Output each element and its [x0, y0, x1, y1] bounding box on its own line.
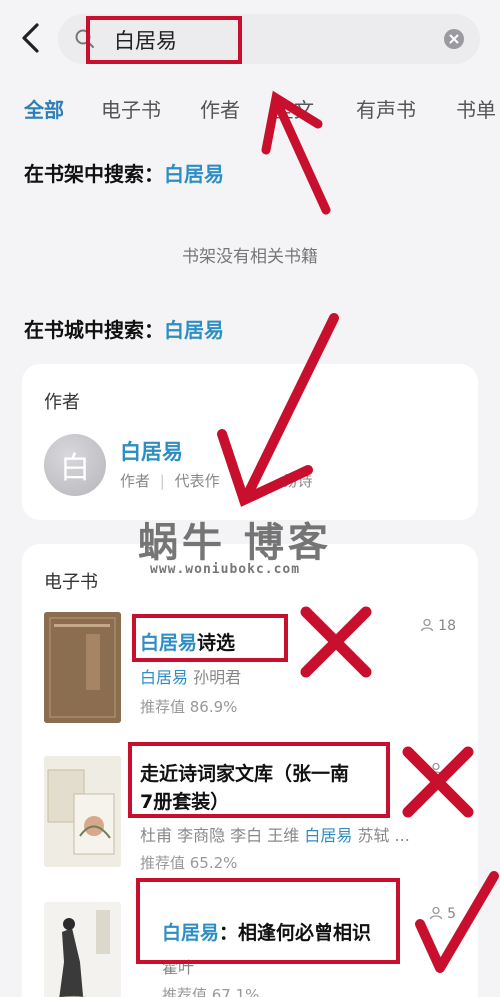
close-icon — [449, 34, 459, 44]
tab-audiobooks[interactable]: 有声书 — [356, 94, 416, 123]
store-search-heading: 在书城中搜索：白居易 — [24, 314, 224, 343]
reader-count: 18 — [420, 618, 456, 634]
author-name[interactable]: 白居易 — [120, 436, 183, 466]
book-cover[interactable] — [44, 756, 121, 867]
reader-count-value: 8 — [447, 762, 456, 778]
author-works-value: 易诗 — [282, 472, 313, 490]
author-works-label: 代表作 — [174, 472, 220, 490]
annotation-box-search — [86, 16, 242, 64]
annotation-box-book2 — [128, 742, 390, 818]
shelf-empty-message: 书架没有相关书籍 — [182, 247, 318, 267]
chevron-left-icon — [22, 23, 39, 53]
book-author-keyword: 白居易 — [304, 826, 353, 845]
tab-ebooks[interactable]: 电子书 — [101, 94, 161, 123]
book-score: 推荐值 67.1% — [162, 986, 260, 997]
book-author-pre: 杜甫 李商隐 李白 王维 — [140, 826, 305, 845]
watermark-url: www.woniubokc.com — [150, 562, 301, 577]
tab-all[interactable]: 全部 — [24, 94, 64, 123]
book-cover[interactable] — [44, 902, 121, 997]
book-cover-art — [44, 612, 121, 723]
author-role: 作者 — [120, 472, 151, 490]
tab-fulltext[interactable]: 全文 — [274, 94, 314, 123]
reader-count-value: 5 — [447, 906, 456, 922]
back-button[interactable] — [14, 20, 50, 56]
book-cover[interactable] — [44, 612, 121, 723]
annotation-box-book1 — [132, 614, 288, 662]
store-heading-keyword: 白居易 — [164, 318, 224, 342]
person-icon — [429, 762, 442, 776]
book-author-keyword: 白居易 — [140, 668, 189, 687]
tab-booklists[interactable]: 书单 — [456, 94, 496, 123]
book-cover-art — [44, 902, 121, 997]
person-icon — [429, 906, 442, 920]
book-author: 杜甫 李商隐 李白 王维 白居易 苏轼 ... — [140, 822, 410, 846]
book-author-rest: 孙明君 — [188, 668, 242, 687]
author-avatar[interactable]: 白 — [44, 434, 106, 496]
book-author: 白居易 孙明君 — [140, 664, 241, 688]
book-author-post: 苏轼 ... — [352, 826, 410, 845]
book-cover-art — [44, 756, 121, 867]
store-heading-label: 在书城中搜索： — [24, 318, 164, 342]
clear-search-button[interactable] — [444, 29, 464, 49]
shelf-search-heading: 在书架中搜索：白居易 — [24, 158, 224, 187]
person-icon — [420, 618, 433, 632]
shelf-heading-label: 在书架中搜索： — [24, 162, 164, 186]
tab-authors[interactable]: 作者 — [200, 94, 240, 123]
reader-count: 8 — [429, 762, 456, 778]
author-meta: 作者 | 代表作 易诗 — [120, 472, 313, 490]
author-card-title: 作者 — [44, 392, 80, 413]
book-score: 推荐值 86.9% — [140, 698, 238, 716]
annotation-box-book3 — [136, 878, 400, 964]
watermark-brand: 蜗牛 博客 — [138, 520, 332, 566]
ebook-card-title: 电子书 — [44, 572, 98, 593]
reader-count-value: 18 — [438, 618, 456, 634]
avatar-char: 白 — [60, 451, 90, 486]
author-card: 作者 白 白居易 作者 | 代表作 易诗 — [22, 364, 478, 520]
filter-tabs: 全部 电子书 作者 全文 有声书 书单 — [0, 86, 500, 132]
reader-count: 5 — [429, 906, 456, 922]
shelf-heading-keyword: 白居易 — [164, 162, 224, 186]
book-score: 推荐值 65.2% — [140, 854, 238, 872]
